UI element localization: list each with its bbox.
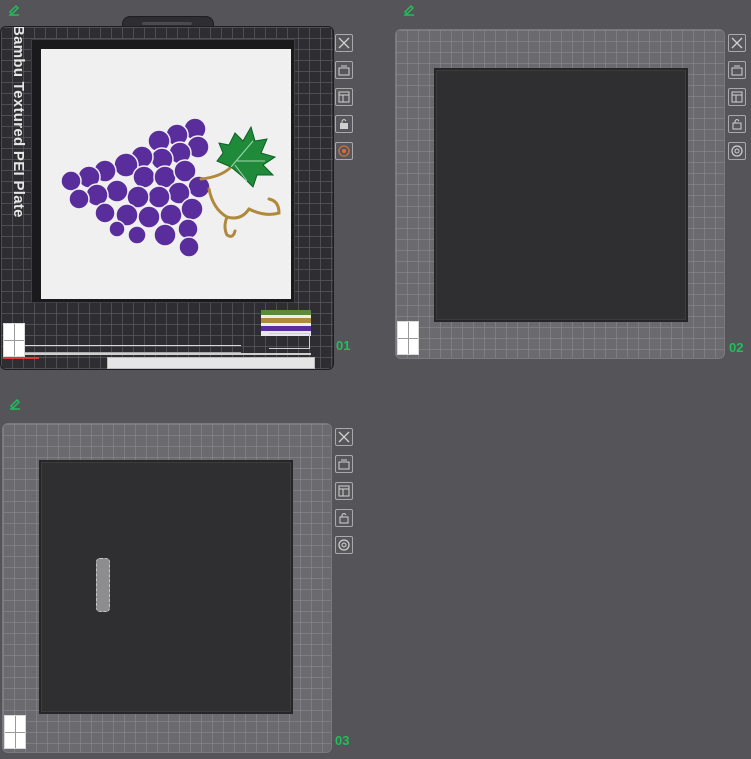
plate-settings-button[interactable] [728,142,746,160]
plate-02-bed [434,68,688,322]
plate-number: 01 [336,338,351,353]
orient-icon [338,485,350,497]
plate-02[interactable] [395,29,725,359]
origin-marker-accent [3,357,39,359]
arrange-plate-button[interactable] [335,455,353,473]
orient-plate-button[interactable] [335,88,353,106]
lock-plate-button[interactable] [335,115,353,133]
origin-marker [3,323,25,357]
arrange-icon [338,65,350,76]
bed-rail [269,333,310,349]
plate-01-grid: Bambu Textured PEI Plate [0,26,334,370]
print-area [41,49,291,299]
arrange-icon [731,65,743,76]
orient-icon [731,91,743,103]
origin-marker [397,321,419,355]
bed-label: Bambu Textured PEI Plate [10,26,27,218]
arrange-icon [338,459,350,470]
lock-plate-button[interactable] [728,115,746,133]
bed-rail [21,345,241,353]
plate-settings-button[interactable] [335,142,353,160]
leaf-shape [216,125,277,188]
delete-plate-button[interactable] [335,34,353,52]
lock-icon [732,119,742,130]
plate-03[interactable] [2,423,332,753]
plate-notch-slot [142,22,192,25]
delete-icon [338,37,350,49]
settings-icon [338,145,350,157]
settings-icon [731,145,743,157]
arrange-plate-button[interactable] [728,61,746,79]
delete-plate-button[interactable] [335,428,353,446]
grape-model[interactable] [41,49,291,299]
settings-icon [338,539,350,551]
edit-plate-name-icon[interactable] [8,396,22,410]
orient-plate-button[interactable] [335,482,353,500]
origin-marker [4,715,26,749]
edit-plate-name-icon[interactable] [7,2,21,16]
bed-rail [21,353,311,355]
plate-settings-button[interactable] [335,536,353,554]
plate-01[interactable]: Bambu Textured PEI Plate 01 [0,16,350,370]
lock-icon [340,119,348,129]
orient-plate-button[interactable] [728,88,746,106]
delete-icon [338,431,350,443]
plate-number: 02 [729,340,744,355]
lock-plate-button[interactable] [335,509,353,527]
delete-plate-button[interactable] [728,34,746,52]
delete-icon [731,37,743,49]
small-object-model[interactable] [96,558,110,612]
bed-bottom-plate [107,357,315,369]
plate-number: 03 [335,733,350,748]
orient-icon [338,91,350,103]
edit-plate-name-icon[interactable] [402,2,416,16]
plate-03-bed [39,460,293,714]
arrange-plate-button[interactable] [335,61,353,79]
lock-icon [339,513,349,524]
